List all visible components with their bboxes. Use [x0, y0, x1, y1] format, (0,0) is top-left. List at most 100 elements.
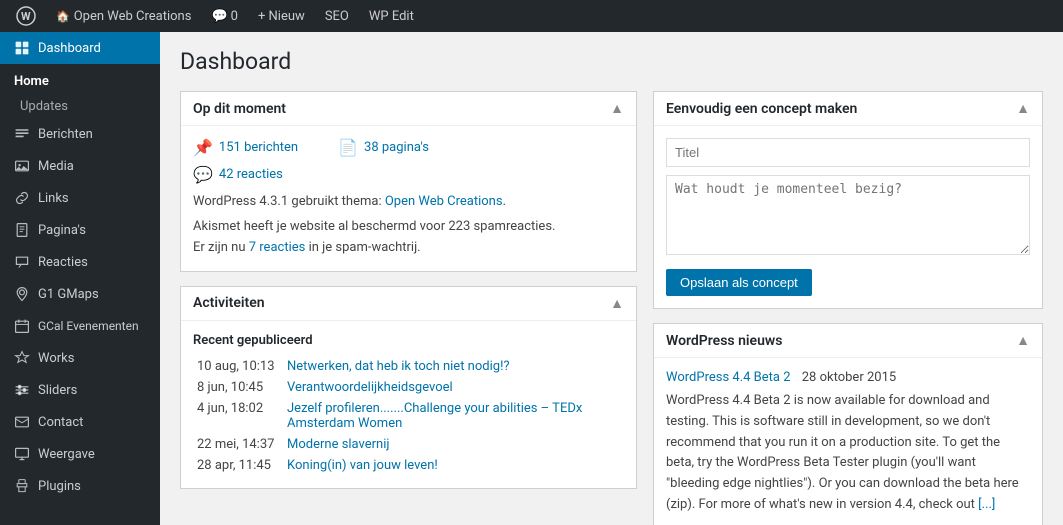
- sidebar-item-dashboard[interactable]: Dashboard: [0, 32, 160, 64]
- activity-link[interactable]: Koning(in) van jouw leven!: [287, 458, 438, 473]
- table-row: 22 mei, 14:37 Moderne slavernij: [193, 434, 624, 455]
- sidebar-item-gcal[interactable]: GCal Evenementen: [0, 310, 160, 342]
- wp-edit-button[interactable]: WP Edit: [361, 0, 422, 32]
- widget-concept-title: Eenvoudig een concept maken: [666, 101, 857, 117]
- sidebar-berichten-label: Berichten: [38, 127, 93, 142]
- sidebar-gcal-label: GCal Evenementen: [38, 319, 139, 333]
- new-label: + Nieuw: [258, 9, 305, 24]
- site-name-button[interactable]: 🏠 Open Web Creations: [48, 0, 199, 32]
- sidebar-reacties-label: Reacties: [38, 255, 88, 270]
- reacties-stat[interactable]: 💬 42 reacties: [193, 165, 624, 184]
- sidebar-item-updates[interactable]: Updates: [0, 95, 160, 118]
- page-title: Dashboard: [180, 48, 1043, 75]
- widget-concept-body: Opslaan als concept: [654, 126, 1042, 308]
- wp-content: Dashboard Home Updates Berichten Media L…: [0, 32, 1063, 525]
- paginas-icon: 📄: [338, 138, 358, 157]
- widget-activiteiten-header: Activiteiten ▲: [181, 287, 636, 321]
- reacties-icon: 💬: [193, 165, 213, 184]
- activity-link[interactable]: Moderne slavernij: [287, 437, 390, 452]
- widget-op-dit-moment-body: 📌 151 berichten 📄 38 pagina's 💬 42 react…: [181, 126, 636, 271]
- admin-menu: Dashboard Home Updates Berichten Media L…: [0, 32, 160, 525]
- table-row: 4 jun, 18:02 Jezelf profileren.......Cha…: [193, 398, 624, 434]
- activity-date: 10 aug, 10:13: [193, 356, 283, 377]
- widget-nieuws-body: WordPress 4.4 Beta 2 28 oktober 2015 Wor…: [654, 358, 1042, 525]
- home-header: Home: [0, 64, 160, 95]
- widget-nieuws: WordPress nieuws ▲ WordPress 4.4 Beta 2 …: [653, 323, 1043, 525]
- widget-op-dit-moment-title: Op dit moment: [193, 101, 286, 117]
- paginas-stat[interactable]: 📄 38 pagina's: [338, 138, 429, 157]
- sidebar-item-plugins[interactable]: Plugins: [0, 470, 160, 502]
- sidebar-contact-label: Contact: [38, 415, 83, 430]
- widget-activiteiten-toggle[interactable]: ▲: [610, 295, 624, 312]
- berichten-stat[interactable]: 📌 151 berichten: [193, 138, 298, 157]
- news-item-1: WordPress 4.4 Beta 2 28 oktober 2015 Wor…: [666, 370, 1030, 516]
- berichten-icon: 📌: [193, 138, 213, 157]
- widget-nieuws-title: WordPress nieuws: [666, 333, 782, 349]
- sidebar-item-paginas[interactable]: Pagina's: [0, 214, 160, 246]
- sidebar-media-label: Media: [38, 159, 74, 174]
- activity-date: 8 jun, 10:45: [193, 377, 283, 398]
- berichten-count: 151 berichten: [219, 140, 298, 155]
- wp-logo-button[interactable]: W: [8, 0, 44, 32]
- seo-label: SEO: [325, 9, 349, 24]
- table-row: 8 jun, 10:45 Verantwoordelijkheidsgevoel: [193, 377, 624, 398]
- sidebar-weergave-label: Weergave: [38, 447, 95, 462]
- widget-activiteiten: Activiteiten ▲ Recent gepubliceerd 10 au…: [180, 286, 637, 489]
- sidebar-item-contact[interactable]: Contact: [0, 406, 160, 438]
- news-read-more-link[interactable]: [...]: [978, 497, 995, 512]
- concept-body-textarea[interactable]: [666, 175, 1030, 255]
- sidebar-links-label: Links: [38, 191, 69, 206]
- activity-link[interactable]: Verantwoordelijkheidsgevoel: [287, 380, 453, 395]
- news-item-1-title[interactable]: WordPress 4.4 Beta 2: [666, 370, 791, 385]
- admin-bar: W 🏠 Open Web Creations 💬 0 + Nieuw SEO W…: [0, 0, 1063, 32]
- widget-op-dit-moment: Op dit moment ▲ 📌 151 berichten 📄 38 pag…: [180, 91, 637, 272]
- dashboard-columns: Op dit moment ▲ 📌 151 berichten 📄 38 pag…: [180, 91, 1043, 525]
- sidebar-item-weergave[interactable]: Weergave: [0, 438, 160, 470]
- sidebar-plugins-label: Plugins: [38, 479, 81, 494]
- activity-date: 22 mei, 14:37: [193, 434, 283, 455]
- site-name: Open Web Creations: [74, 9, 192, 24]
- theme-line: WordPress 4.3.1 gebruikt thema: Open Web…: [193, 194, 624, 209]
- sidebar-item-reacties[interactable]: Reacties: [0, 246, 160, 278]
- widget-nieuws-header: WordPress nieuws ▲: [654, 324, 1042, 358]
- activity-link[interactable]: Jezelf profileren.......Challenge your a…: [287, 401, 582, 431]
- sidebar-item-works[interactable]: Works: [0, 342, 160, 374]
- stat-row-top: 📌 151 berichten 📄 38 pagina's: [193, 138, 624, 157]
- activity-date: 28 apr, 11:45: [193, 455, 283, 476]
- sidebar-dashboard-label: Dashboard: [38, 41, 101, 56]
- widget-concept-header: Eenvoudig een concept maken ▲: [654, 92, 1042, 126]
- activity-link[interactable]: Netwerken, dat heb ik toch niet nodig!?: [287, 359, 510, 374]
- concept-title-input[interactable]: [666, 138, 1030, 167]
- main-content: Dashboard Op dit moment ▲ 📌 151 berichte…: [160, 32, 1063, 525]
- seo-button[interactable]: SEO: [317, 0, 357, 32]
- widget-activiteiten-title: Activiteiten: [193, 295, 265, 311]
- right-column: Eenvoudig een concept maken ▲ Opslaan al…: [653, 91, 1043, 525]
- sidebar-g1gmaps-label: G1 GMaps: [38, 287, 99, 302]
- activity-table: 10 aug, 10:13 Netwerken, dat heb ik toch…: [193, 356, 624, 476]
- paginas-count: 38 pagina's: [364, 140, 429, 155]
- widget-activiteiten-body: Recent gepubliceerd 10 aug, 10:13 Netwer…: [181, 321, 636, 488]
- sidebar-paginas-label: Pagina's: [38, 223, 86, 238]
- sidebar-item-berichten[interactable]: Berichten: [0, 118, 160, 150]
- sidebar-item-sliders[interactable]: Sliders: [0, 374, 160, 406]
- sidebar-item-links[interactable]: Links: [0, 182, 160, 214]
- widget-nieuws-toggle[interactable]: ▲: [1016, 332, 1030, 349]
- sidebar-item-g1gmaps[interactable]: G1 GMaps: [0, 278, 160, 310]
- recent-header: Recent gepubliceerd: [193, 333, 624, 348]
- widget-op-dit-moment-toggle[interactable]: ▲: [610, 100, 624, 117]
- sidebar-works-label: Works: [38, 351, 74, 366]
- theme-name-link[interactable]: Open Web Creations: [385, 194, 503, 209]
- widget-concept-toggle[interactable]: ▲: [1016, 100, 1030, 117]
- svg-text:W: W: [21, 10, 31, 23]
- activity-date: 4 jun, 18:02: [193, 398, 283, 434]
- news-item-1-date: 28 oktober 2015: [802, 370, 896, 385]
- news-item-1-body: WordPress 4.4 Beta 2 is now available fo…: [666, 391, 1030, 516]
- wp-edit-label: WP Edit: [369, 9, 414, 24]
- comments-button[interactable]: 💬 0: [203, 0, 246, 32]
- sidebar-item-media[interactable]: Media: [0, 150, 160, 182]
- sidebar-sliders-label: Sliders: [38, 383, 77, 398]
- new-content-button[interactable]: + Nieuw: [250, 0, 313, 32]
- akismet-info: Akismet heeft je website al beschermd vo…: [193, 217, 624, 259]
- spam-count-link[interactable]: 7 reacties: [249, 240, 306, 255]
- opslaan-button[interactable]: Opslaan als concept: [666, 269, 812, 296]
